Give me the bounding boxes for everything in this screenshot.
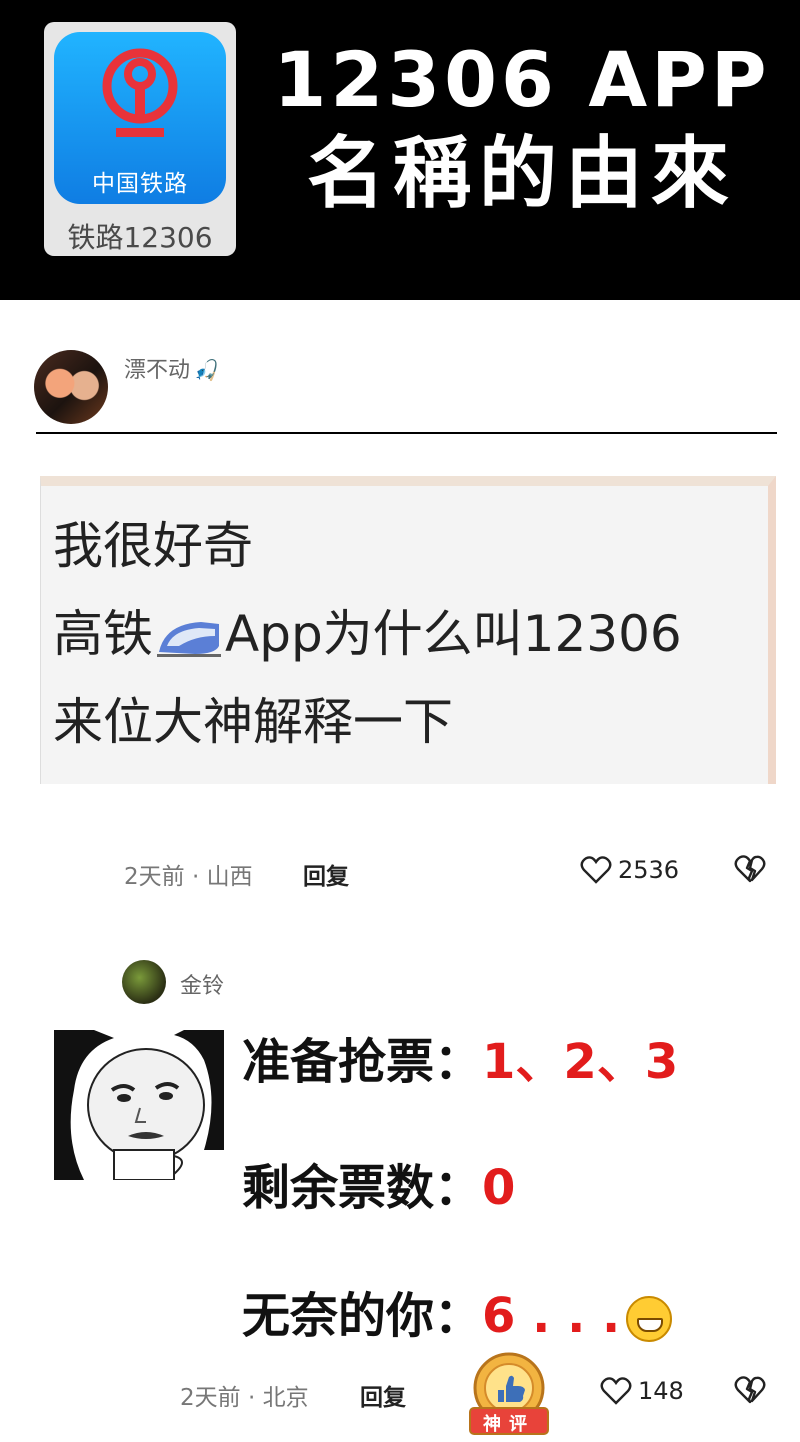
commenter-username[interactable]: 金铃 (180, 968, 224, 1000)
banner-title-line-2: 名稱的由來 (306, 129, 737, 219)
helpless-you-value: 6 . . . (482, 1288, 621, 1344)
grab-ticket-value: 1、2、3 (482, 1034, 679, 1090)
comment-dislike-button[interactable] (734, 1374, 766, 1410)
commenter-avatar[interactable] (122, 960, 166, 1004)
remaining-tickets-row: 剩余票数：0 (242, 1148, 515, 1218)
reply-button[interactable]: 回复 (303, 857, 349, 891)
comment-time-location: 2天前 · 北京 (180, 1385, 309, 1411)
comment-like-button[interactable]: 148 (600, 1376, 684, 1406)
railway-app-icon: 中国铁路 (54, 32, 226, 204)
remaining-tickets-value: 0 (482, 1160, 516, 1216)
post-username[interactable]: 漂不动 🎣 (124, 352, 219, 384)
app-icon-label: 中国铁路 (92, 171, 188, 197)
heart-icon (580, 856, 612, 884)
remaining-tickets-label: 剩余票数： (242, 1160, 483, 1216)
top-comment-badge: 神评 (466, 1350, 552, 1438)
comment-reply-button[interactable]: 回复 (360, 1378, 406, 1412)
grab-ticket-row: 准备抢票：1、2、3 (242, 1022, 678, 1092)
badge-text: 神评 (483, 1414, 535, 1435)
fishing-rod-icon: 🎣 (194, 358, 219, 382)
high-speed-train-icon (157, 621, 221, 657)
panda-meme-image (54, 1030, 224, 1180)
app-tile: 中国铁路 铁路12306 (44, 22, 236, 256)
question-line-2: 高铁 App为什么叫12306 (53, 594, 682, 666)
helpless-you-label: 无奈的你： (242, 1288, 483, 1344)
question-line-3: 来位大神解释一下 (53, 693, 453, 751)
post-time-location: 2天前 · 山西 (124, 864, 253, 890)
heart-icon (600, 1377, 632, 1405)
header-banner: 中国铁路 铁路12306 12306 APP 名稱的由來 (0, 0, 800, 300)
china-railway-logo-icon (102, 48, 178, 137)
broken-heart-icon (734, 855, 766, 883)
banner-title: 12306 APP 名稱的由來 (262, 34, 782, 222)
app-name: 铁路12306 (67, 221, 213, 254)
like-count: 2536 (618, 856, 680, 884)
question-line-1: 我很好奇 (53, 517, 253, 575)
broken-heart-icon (734, 1376, 766, 1404)
username-text: 漂不动 (124, 358, 191, 383)
question-screenshot: 我很好奇 高铁 App为什么叫12306 来位大神解释一下 (40, 476, 776, 784)
divider (36, 432, 777, 434)
dislike-button[interactable] (734, 853, 766, 889)
like-button[interactable]: 2536 (580, 855, 679, 885)
helpless-you-row: 无奈的你：6 . . . (242, 1276, 673, 1346)
grab-ticket-label: 准备抢票： (242, 1034, 483, 1090)
avatar[interactable] (34, 350, 108, 424)
comment-like-count: 148 (638, 1377, 684, 1405)
grinning-emoji-icon (626, 1296, 673, 1342)
question-line-2-start: 高铁 (53, 605, 153, 663)
banner-title-line-1: 12306 APP (273, 35, 771, 124)
question-line-2-end: App为什么叫12306 (225, 605, 682, 663)
